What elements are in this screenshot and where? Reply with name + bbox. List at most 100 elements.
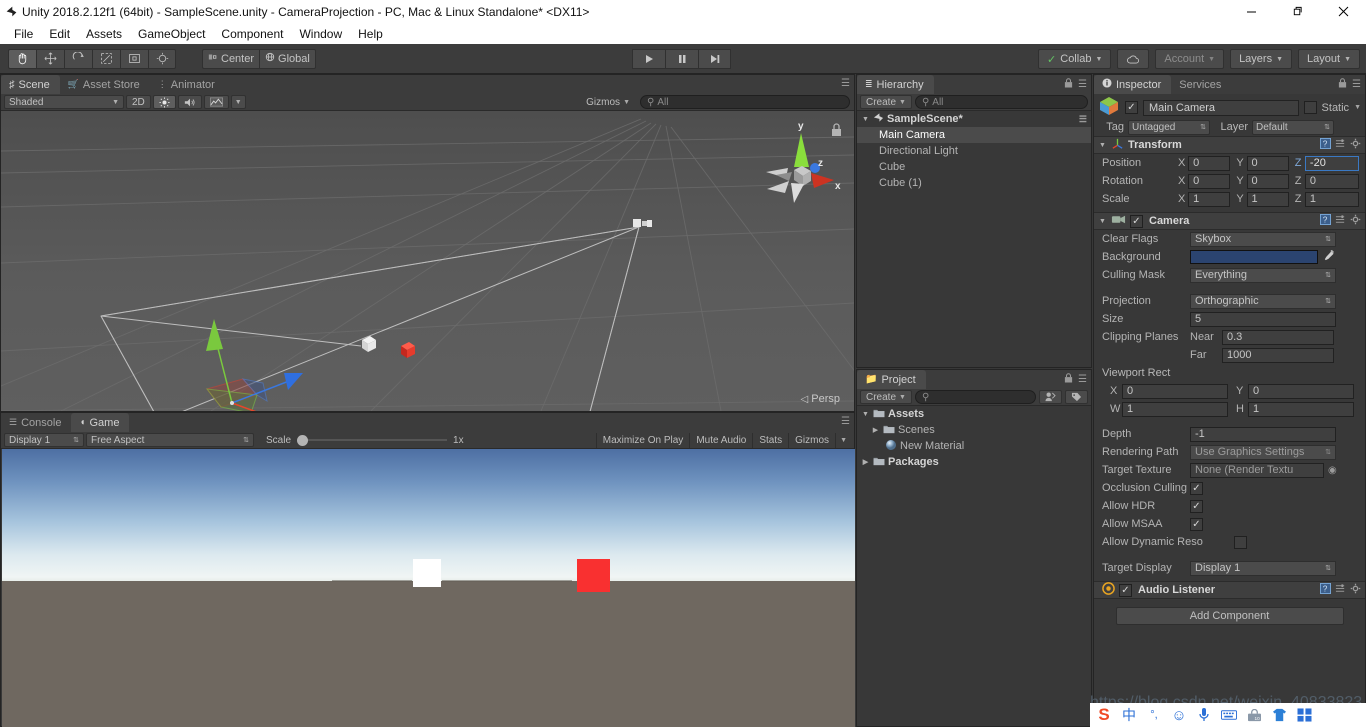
pivot-rotation-button[interactable]: Global [259, 49, 316, 69]
chevron-down-icon[interactable]: ▼ [861, 411, 870, 418]
hierarchy-scene-root[interactable]: ▼ SampleScene* ☰ [857, 111, 1091, 127]
help-icon[interactable]: ? [1320, 138, 1331, 152]
position-x-field[interactable]: 0 [1188, 156, 1230, 171]
chevron-right-icon[interactable]: ▶ [871, 426, 880, 434]
hierarchy-item-cube-1[interactable]: Cube (1) [857, 175, 1091, 191]
lock-icon[interactable] [1064, 78, 1073, 91]
audio-listener-component-header[interactable]: ✓ Audio Listener ? [1094, 581, 1365, 599]
rendering-path-dropdown[interactable]: Use Graphics Settings ⇅ [1190, 445, 1336, 460]
far-field[interactable]: 1000 [1222, 348, 1334, 363]
emoji-icon[interactable]: ☺ [1169, 705, 1189, 725]
project-item-scenes[interactable]: ▶ Scenes [857, 422, 1091, 438]
layers-button[interactable]: Layers ▼ [1230, 49, 1292, 69]
allow-hdr-checkbox[interactable]: ✓ [1190, 500, 1203, 513]
object-picker-icon[interactable]: ◉ [1328, 465, 1337, 476]
game-display-dropdown[interactable]: Display 1 ⇅ [4, 433, 84, 447]
scale-slider-handle[interactable] [297, 435, 308, 446]
viewport-h-field[interactable]: 1 [1248, 402, 1354, 417]
depth-field[interactable]: -1 [1190, 427, 1336, 442]
chinese-input-icon[interactable]: 中 [1119, 705, 1139, 725]
lock-icon[interactable] [1064, 373, 1073, 386]
menu-item-window[interactable]: Window [291, 25, 350, 43]
help-icon[interactable]: ? [1320, 214, 1331, 228]
scene-fx-icon[interactable] [204, 95, 229, 109]
gear-icon[interactable] [1350, 583, 1361, 597]
skin-icon[interactable] [1269, 705, 1289, 725]
position-z-field[interactable]: -20 [1305, 156, 1359, 171]
menu-item-assets[interactable]: Assets [78, 25, 130, 43]
chevron-down-icon[interactable]: ▼ [1098, 142, 1107, 149]
chevron-down-icon[interactable]: ▼ [861, 116, 870, 123]
layout-button[interactable]: Layout ▼ [1298, 49, 1360, 69]
tag-dropdown[interactable]: Untagged ⇅ [1128, 120, 1210, 135]
target-texture-field[interactable]: None (Render Textu [1190, 463, 1324, 478]
near-field[interactable]: 0.3 [1222, 330, 1334, 345]
background-color-swatch[interactable] [1190, 250, 1318, 264]
stats-button[interactable]: Stats [752, 433, 788, 448]
play-button[interactable] [632, 49, 665, 69]
camera-enabled-checkbox[interactable]: ✓ [1130, 215, 1143, 228]
scene-orientation-gizmo[interactable]: y z x [756, 115, 848, 231]
hierarchy-search-input[interactable]: ⚲ All [915, 95, 1088, 109]
scene-lighting-icon[interactable] [153, 95, 176, 109]
hierarchy-item-main-camera[interactable]: Main Camera [857, 127, 1091, 143]
hierarchy-item-directional-light[interactable]: Directional Light [857, 143, 1091, 159]
allow-dynamic-resolution-checkbox[interactable] [1234, 536, 1247, 549]
collab-button[interactable]: ✓ Collab ▼ [1038, 49, 1111, 69]
scene-fx-dropdown[interactable]: ▼ [231, 95, 246, 109]
game-gizmos-button[interactable]: Gizmos [788, 433, 835, 448]
maximize-on-play-button[interactable]: Maximize On Play [596, 433, 690, 448]
minimize-button[interactable] [1228, 0, 1274, 23]
microphone-icon[interactable] [1194, 705, 1214, 725]
viewport-w-field[interactable]: 1 [1122, 402, 1228, 417]
project-item-assets[interactable]: ▼ Assets [857, 406, 1091, 422]
scale-tool-icon[interactable] [92, 49, 120, 69]
projection-dropdown[interactable]: Orthographic ⇅ [1190, 294, 1336, 309]
camera-component-header[interactable]: ▼ ✓ Camera ? [1094, 212, 1365, 230]
project-menu-icon[interactable]: ☰ [1078, 374, 1087, 385]
game-aspect-dropdown[interactable]: Free Aspect ⇅ [86, 433, 254, 447]
project-create-button[interactable]: Create ▼ [860, 390, 912, 404]
draw-mode-dropdown[interactable]: Shaded ▼ [4, 95, 124, 109]
preset-icon[interactable] [1335, 138, 1346, 152]
close-button[interactable] [1320, 0, 1366, 23]
project-search-input[interactable]: ⚲ [915, 390, 1036, 404]
allow-msaa-checkbox[interactable]: ✓ [1190, 518, 1203, 531]
move-tool-icon[interactable] [36, 49, 64, 69]
tab-project[interactable]: 📁 Project [857, 370, 926, 389]
tab-asset-store[interactable]: 🛒 Asset Store [60, 75, 150, 94]
step-button[interactable] [698, 49, 731, 69]
tab-inspector[interactable]: Inspector [1094, 75, 1171, 94]
project-item-new-material[interactable]: New Material [857, 438, 1091, 454]
preset-icon[interactable] [1335, 583, 1346, 597]
preset-icon[interactable] [1335, 214, 1346, 228]
toggle-2d-button[interactable]: 2D [126, 95, 151, 109]
project-filter-by-type-icon[interactable] [1039, 390, 1062, 404]
gear-icon[interactable] [1350, 138, 1361, 152]
target-display-dropdown[interactable]: Display 1 ⇅ [1190, 561, 1336, 576]
project-item-packages[interactable]: ▶ Packages [857, 454, 1091, 470]
game-gizmos-dropdown[interactable]: ▼ [835, 433, 851, 448]
viewport-y-field[interactable]: 0 [1248, 384, 1354, 399]
menu-item-component[interactable]: Component [213, 25, 291, 43]
tab-hierarchy[interactable]: ≣ Hierarchy [857, 75, 934, 94]
position-y-field[interactable]: 0 [1247, 156, 1289, 171]
tab-animator[interactable]: ⋮ Animator [150, 75, 225, 94]
clear-flags-dropdown[interactable]: Skybox ⇅ [1190, 232, 1336, 247]
hierarchy-menu-icon[interactable]: ☰ [1078, 79, 1087, 90]
pivot-mode-button[interactable]: Center [202, 49, 259, 69]
rect-tool-icon[interactable] [120, 49, 148, 69]
scene-tab-menu[interactable]: ☰ [841, 78, 850, 89]
culling-mask-dropdown[interactable]: Everything ⇅ [1190, 268, 1336, 283]
transform-component-header[interactable]: ▼ Transform ? [1094, 136, 1365, 154]
transform-tool-icon[interactable] [148, 49, 176, 69]
game-viewport[interactable] [2, 449, 855, 727]
chevron-down-icon[interactable]: ▼ [1098, 218, 1107, 225]
add-component-button[interactable]: Add Component [1116, 607, 1344, 625]
rotate-tool-icon[interactable] [64, 49, 92, 69]
rotation-x-field[interactable]: 0 [1188, 174, 1230, 189]
hand-tool-icon[interactable] [8, 49, 36, 69]
rotation-y-field[interactable]: 0 [1247, 174, 1289, 189]
layer-dropdown[interactable]: Default ⇅ [1252, 120, 1334, 135]
rotation-z-field[interactable]: 0 [1305, 174, 1359, 189]
